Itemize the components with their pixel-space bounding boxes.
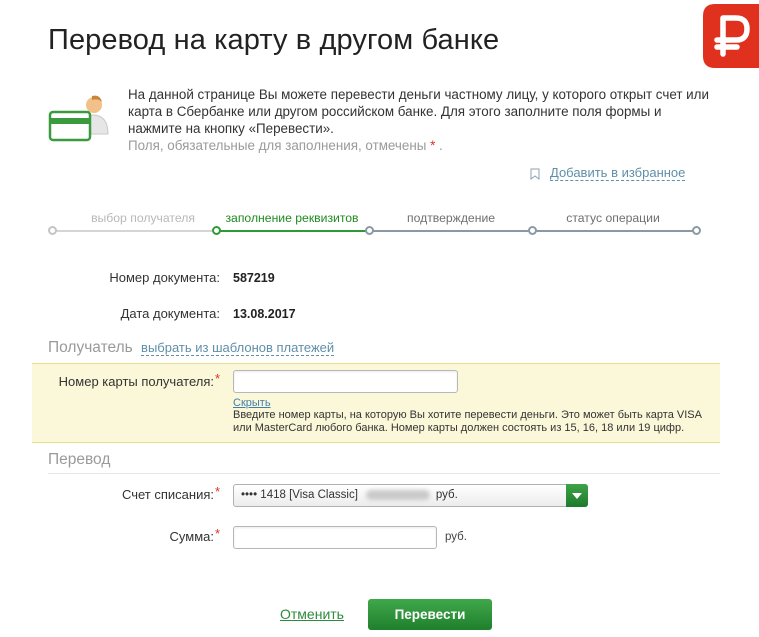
card-number-label: Номер карты получателя: xyxy=(58,374,214,389)
recipient-title-text: Получатель xyxy=(48,339,133,356)
amount-required-star: * xyxy=(215,526,221,541)
cancel-link[interactable]: Отменить xyxy=(280,606,344,622)
required-fields-note: Поля, обязательные для заполнения, отмеч… xyxy=(128,138,443,153)
required-note-end: . xyxy=(439,138,443,153)
amount-currency: руб. xyxy=(445,531,467,543)
document-date-label: Дата документа: xyxy=(120,306,220,321)
step-label-confirmation: подтверждение xyxy=(406,211,496,225)
document-date-value: 13.08.2017 xyxy=(233,307,296,321)
step-dot-details xyxy=(212,226,221,235)
amount-input[interactable] xyxy=(233,526,437,549)
add-to-favorites-link[interactable]: Добавить в избранное xyxy=(530,165,686,181)
progress-steps: выбор получателя заполнение реквизитов п… xyxy=(48,208,704,240)
page-title: Перевод на карту в другом банке xyxy=(48,24,500,56)
transfer-divider xyxy=(48,473,720,474)
ruble-logo-icon xyxy=(703,4,759,68)
blurred-balance xyxy=(365,489,430,500)
bookmark-icon xyxy=(530,168,540,180)
intro-text: На данной странице Вы можете перевести д… xyxy=(128,87,709,136)
hide-hint-link[interactable]: Скрыть xyxy=(233,397,271,409)
account-required-star: * xyxy=(215,484,221,499)
add-to-favorites-label: Добавить в избранное xyxy=(550,165,686,181)
step-label-details: заполнение реквизитов xyxy=(225,211,359,225)
step-label-recipient: выбор получателя xyxy=(91,211,195,225)
card-number-required-star: * xyxy=(215,371,221,386)
step-dot-confirmation xyxy=(365,226,374,235)
account-label: Счет списания: xyxy=(121,487,214,502)
step-dot-end xyxy=(692,226,701,235)
card-transfer-icon xyxy=(48,95,109,142)
step-label-status: статус операции xyxy=(566,211,660,225)
document-number-value: 587219 xyxy=(233,271,275,285)
step-dot-start xyxy=(48,226,57,235)
required-note-text: Поля, обязательные для заполнения, отмеч… xyxy=(128,138,427,153)
card-number-hint: Введите номер карты, на которую Вы хотит… xyxy=(233,409,702,434)
card-number-input[interactable] xyxy=(233,370,458,393)
required-star: * xyxy=(430,138,436,153)
chevron-down-icon[interactable] xyxy=(566,484,588,507)
step-line-past xyxy=(53,230,217,232)
step-dot-status xyxy=(528,226,537,235)
recipient-section-title: Получатель выбрать из шаблонов платежей xyxy=(48,339,335,357)
templates-link[interactable]: выбрать из шаблонов платежей xyxy=(141,340,335,356)
intro-description: На данной странице Вы можете перевести д… xyxy=(128,86,718,154)
amount-label: Сумма: xyxy=(169,529,214,544)
account-select-text: •••• 1418 [Visa Classic] xyxy=(241,489,358,501)
document-number-label: Номер документа: xyxy=(109,270,220,285)
account-select-currency: руб. xyxy=(435,489,458,501)
step-line-active xyxy=(217,230,370,232)
transfer-button[interactable]: Перевести xyxy=(368,599,492,630)
account-select[interactable]: •••• 1418 [Visa Classic] руб. xyxy=(233,484,588,507)
transfer-section-title: Перевод xyxy=(48,451,111,468)
account-select-value: •••• 1418 [Visa Classic] руб. xyxy=(241,489,458,501)
